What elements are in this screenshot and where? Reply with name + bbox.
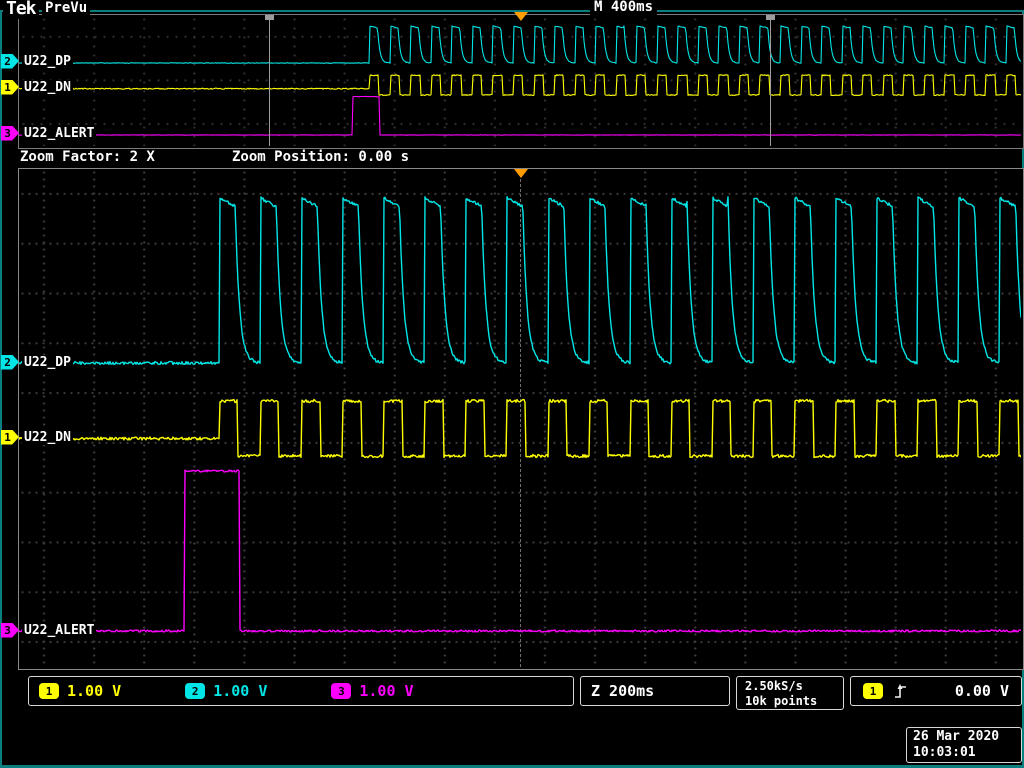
zoom-ch1-row: 1 U22_DN <box>1 429 73 445</box>
time-readout: 10:03:01 <box>913 745 1021 761</box>
overview-ch1-row: 1 U22_DN <box>1 79 73 95</box>
trigger-source-badge[interactable]: 1 <box>863 683 883 699</box>
acquisition-info-box[interactable]: 2.50kS/s 10k points <box>736 676 844 710</box>
trigger-level-readout: 0.00 V <box>955 682 1009 700</box>
zoom-timebase-readout: Z 200ms <box>591 682 654 700</box>
channel-1-ground-marker[interactable]: 1 <box>1 80 19 95</box>
bezel-top <box>0 10 1024 12</box>
zoom-waveforms <box>19 169 1021 667</box>
trigger-position-marker-overview[interactable] <box>514 12 528 21</box>
ch1-scale-group[interactable]: 1 1.00 V <box>39 682 121 700</box>
zoom-factor-readout[interactable]: Zoom Factor: 2 X <box>20 149 155 165</box>
rising-edge-icon <box>893 683 908 699</box>
zoom-window <box>18 168 1024 670</box>
zoom-bracket-left[interactable] <box>269 15 270 146</box>
datetime-box: 26 Mar 2020 10:03:01 <box>906 727 1022 763</box>
zoom-bracket-left-handle[interactable] <box>265 15 274 20</box>
zoom-ch2-row: 2 U22_DP <box>1 354 73 370</box>
channel-2-label: U22_DP <box>22 355 73 370</box>
channel-3-label: U22_ALERT <box>22 623 96 638</box>
zoom-ch3-row: 3 U22_ALERT <box>1 622 96 638</box>
date-readout: 26 Mar 2020 <box>913 729 1021 745</box>
channel-1-ground-marker[interactable]: 1 <box>1 430 19 445</box>
channel-3-ground-marker[interactable]: 3 <box>1 126 19 141</box>
zoom-bracket-right[interactable] <box>770 15 771 146</box>
overview-ch3-row: 3 U22_ALERT <box>1 125 96 141</box>
overview-window <box>18 14 1024 149</box>
sample-rate-readout: 2.50kS/s <box>745 679 843 694</box>
channel-2-ground-marker[interactable]: 2 <box>1 355 19 370</box>
acquisition-mode-label: PreVu <box>42 0 90 16</box>
channel-1-label: U22_DN <box>22 80 73 95</box>
main-timebase-readout[interactable]: M 400ms <box>590 0 657 15</box>
ch3-scale-group[interactable]: 3 1.00 V <box>331 682 413 700</box>
channel-2-scale: 1.00 V <box>213 682 267 700</box>
overview-ch2-row: 2 U22_DP <box>1 53 73 69</box>
channel-3-label: U22_ALERT <box>22 126 96 141</box>
overview-waveforms <box>19 15 1021 146</box>
bezel-left <box>0 10 2 768</box>
channel-2-label: U22_DP <box>22 54 73 69</box>
channel-3-scale: 1.00 V <box>359 682 413 700</box>
zoom-timebase-box[interactable]: Z 200ms <box>580 676 730 706</box>
zoom-position-readout[interactable]: Zoom Position: 0.00 s <box>232 149 409 165</box>
channel-2-ground-marker[interactable]: 2 <box>1 54 19 69</box>
channel-1-badge[interactable]: 1 <box>39 683 59 699</box>
channel-3-ground-marker[interactable]: 3 <box>1 623 19 638</box>
channel-scales-box[interactable]: 1 1.00 V 2 1.00 V 3 1.00 V <box>28 676 574 706</box>
channel-1-scale: 1.00 V <box>67 682 121 700</box>
channel-2-badge[interactable]: 2 <box>185 683 205 699</box>
ch2-scale-group[interactable]: 2 1.00 V <box>185 682 267 700</box>
tek-logo: Tek <box>3 0 39 19</box>
oscilloscope-screen: Tek PreVu M 400ms 2 U22_DP 1 U22_DN 3 U2… <box>0 0 1024 768</box>
channel-1-label: U22_DN <box>22 430 73 445</box>
trigger-position-marker-zoom[interactable] <box>514 169 528 178</box>
trigger-readout-box[interactable]: 1 0.00 V <box>850 676 1022 706</box>
channel-3-badge[interactable]: 3 <box>331 683 351 699</box>
record-length-readout: 10k points <box>745 694 843 709</box>
zoom-bracket-right-handle[interactable] <box>766 15 775 20</box>
